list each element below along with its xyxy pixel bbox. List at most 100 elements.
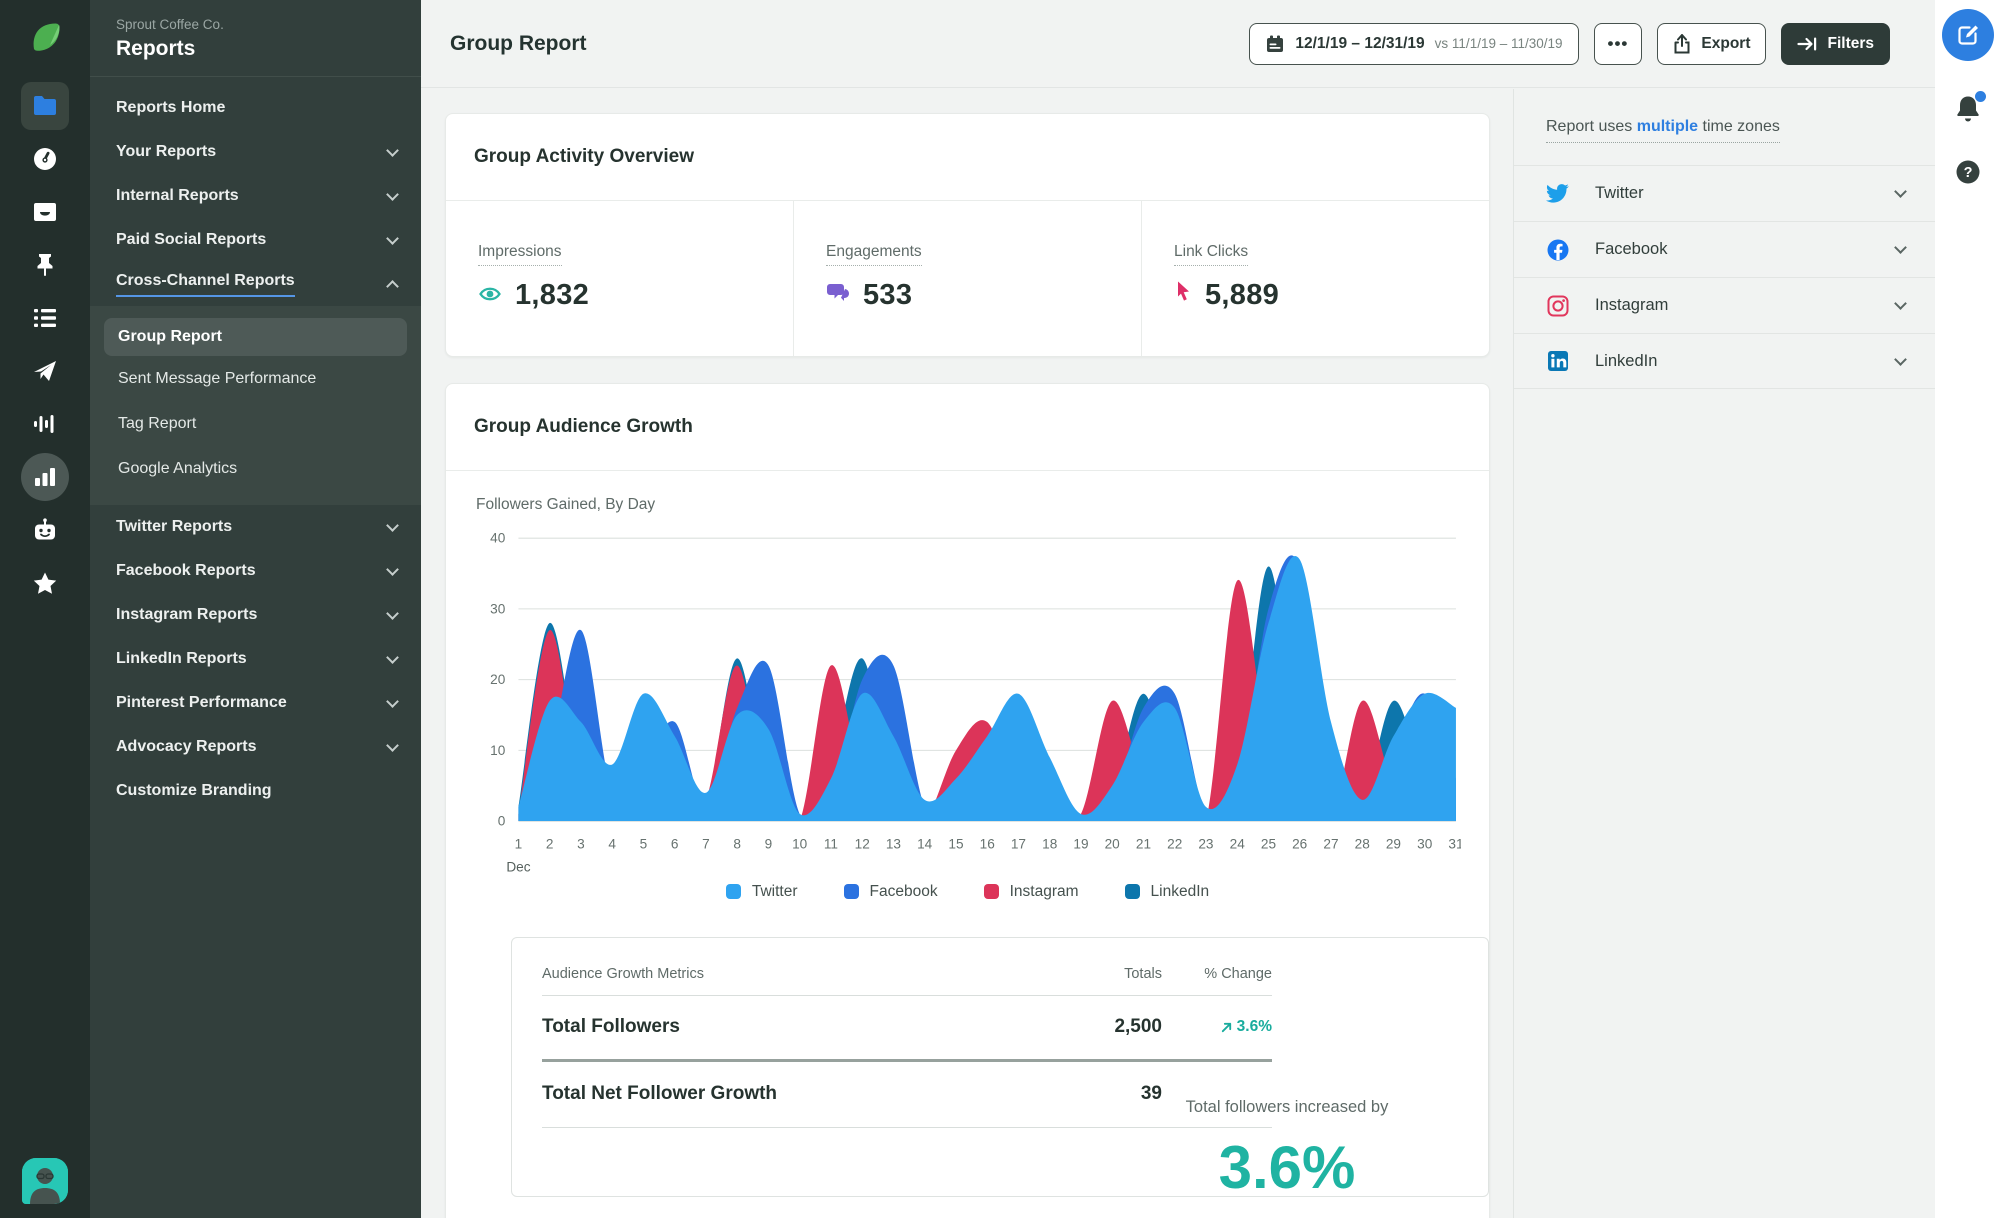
svg-text:24: 24 [1230,836,1246,851]
listening-nav-button[interactable] [21,400,69,448]
notification-dot [1974,91,1986,102]
svg-text:27: 27 [1323,836,1338,851]
facebook-swatch [843,884,859,900]
chevron-down-icon [386,606,399,620]
svg-text:19: 19 [1073,836,1088,851]
facebook-icon [1546,238,1570,262]
more-options-button[interactable]: ••• [1593,22,1643,65]
reports-sidebar: Sprout Coffee Co. Reports Reports Home Y… [90,0,421,1218]
inbox-nav-button[interactable] [21,188,69,236]
feeds-nav-button[interactable] [21,294,69,342]
header-actions: 12/1/19 – 12/31/19 vs 11/1/19 – 11/30/19… [1249,22,1890,65]
sidebar-title: Reports [116,37,196,60]
legend-item-twitter[interactable]: Twitter [725,883,798,901]
chevron-down-icon [386,518,399,532]
publishing-nav-button[interactable] [21,347,69,395]
sidebar-item-tag-report[interactable]: Tag Report [104,401,344,446]
compose-button[interactable] [1941,9,1994,61]
sidebar-item-advocacy-reports[interactable]: Advocacy Reports [90,725,421,769]
svg-text:13: 13 [886,836,901,851]
sidebar-item-twitter-reports[interactable]: Twitter Reports [90,505,421,549]
svg-text:10: 10 [792,836,808,851]
sidebar-item-your-reports[interactable]: Your Reports [90,130,421,174]
gauge-nav-button[interactable] [21,135,69,183]
sidebar-item-cross-channel-reports[interactable]: Cross-Channel Reports [90,262,421,306]
sidebar-item-internal-reports[interactable]: Internal Reports [90,174,421,218]
svg-text:5: 5 [640,836,648,851]
growth-card-title: Group Audience Growth [446,384,1489,471]
sidebar-item-paid-social-reports[interactable]: Paid Social Reports [90,218,421,262]
svg-text:18: 18 [1042,836,1057,851]
network-row-instagram[interactable]: Instagram [1514,277,1935,333]
network-row-linkedin[interactable]: LinkedIn [1514,333,1935,389]
sidebar-item-sent-message-performance[interactable]: Sent Message Performance [104,356,344,401]
linkedin-swatch [1124,884,1140,900]
date-range-button[interactable]: 12/1/19 – 12/31/19 vs 11/1/19 – 11/30/19 [1249,22,1579,65]
network-row-facebook[interactable]: Facebook [1514,221,1935,277]
sidebar-item-pinterest-performance[interactable]: Pinterest Performance [90,681,421,725]
export-icon [1674,33,1690,53]
instagram-swatch [983,884,999,900]
svg-text:29: 29 [1386,836,1401,851]
network-row-twitter[interactable]: Twitter [1514,165,1935,221]
chevron-down-icon [386,650,399,664]
instagram-icon [1546,294,1570,318]
legend-item-facebook[interactable]: Facebook [843,883,938,901]
paper-plane-icon [34,361,56,381]
notifications-button[interactable] [1954,91,1986,129]
chevron-down-icon [1894,185,1907,198]
legend-item-linkedin[interactable]: LinkedIn [1124,883,1209,901]
svg-text:0: 0 [498,814,506,829]
svg-text:31: 31 [1448,836,1461,851]
app-icon-rail [0,0,90,1218]
legend-item-instagram[interactable]: Instagram [983,883,1079,901]
sidebar-item-google-analytics[interactable]: Google Analytics [104,446,344,491]
svg-text:?: ? [1963,165,1972,181]
summary-value: 3.6% [1218,1133,1356,1201]
svg-text:26: 26 [1292,836,1307,851]
automation-nav-button[interactable] [21,506,69,554]
svg-text:17: 17 [1011,836,1026,851]
multiple-timezones-link[interactable]: multiple [1637,118,1698,135]
bar-chart-icon [35,468,55,486]
export-button[interactable]: Export [1657,22,1767,65]
sprout-leaf-logo[interactable] [22,14,68,60]
growth-chart-block: Followers Gained, By Day 0 10 20 30 40 1 2 3 4 5 6… [446,471,1489,1201]
table-header-row: Audience Growth Metrics Totals % Change [542,966,1272,996]
twitter-icon [1546,182,1570,206]
chevron-down-icon [1894,352,1907,366]
calendar-icon [1267,35,1284,52]
network-rows: Twitter Facebook Instagram LinkedIn [1514,165,1935,389]
overview-card-title: Group Activity Overview [446,114,1489,201]
svg-text:30: 30 [1417,836,1433,851]
page-header: Group Report 12/1/19 – 12/31/19 vs 11/1/… [421,0,1935,88]
sidebar-item-linkedin-reports[interactable]: LinkedIn Reports [90,637,421,681]
sidebar-item-facebook-reports[interactable]: Facebook Reports [90,549,421,593]
reports-nav-button[interactable] [21,453,69,501]
sidebar-item-group-report[interactable]: Group Report [104,318,407,356]
area-chart-svg: 0102030401 2 3 4 5 6 7 8 9 10 11 12 13 14 15 16 17 18 19 20… [490,531,1463,875]
sidebar-item-instagram-reports[interactable]: Instagram Reports [90,593,421,637]
sidebar-item-customize-branding[interactable]: Customize Branding [90,769,421,813]
sidebar-nav: Reports Home Your Reports Internal Repor… [90,77,421,813]
pin-nav-button[interactable] [21,241,69,289]
date-range-value: 12/1/19 – 12/31/19 [1295,34,1425,52]
favorites-nav-button[interactable] [21,559,69,607]
filters-button[interactable]: Filters [1781,22,1890,65]
sidebar-item-reports-home[interactable]: Reports Home [90,86,421,130]
folder-icon [34,96,56,115]
ellipsis-icon: ••• [1607,33,1629,53]
sidebar-item-reports-folder[interactable] [21,82,69,130]
followers-increase-summary: Total followers increased by 3.6% [1122,1098,1452,1202]
trend-up-icon [1221,1022,1231,1032]
svg-text:23: 23 [1198,836,1213,851]
chevron-down-icon [386,231,399,245]
svg-text:14: 14 [917,836,933,851]
help-button[interactable]: ? [1955,159,1981,190]
svg-text:25: 25 [1261,836,1276,851]
table-row-total-followers: Total Followers 2,500 3.6% [542,996,1272,1062]
metric-value: 533 [826,279,1141,312]
user-avatar[interactable] [22,1158,68,1204]
svg-text:11: 11 [824,836,838,851]
svg-text:16: 16 [980,836,995,851]
